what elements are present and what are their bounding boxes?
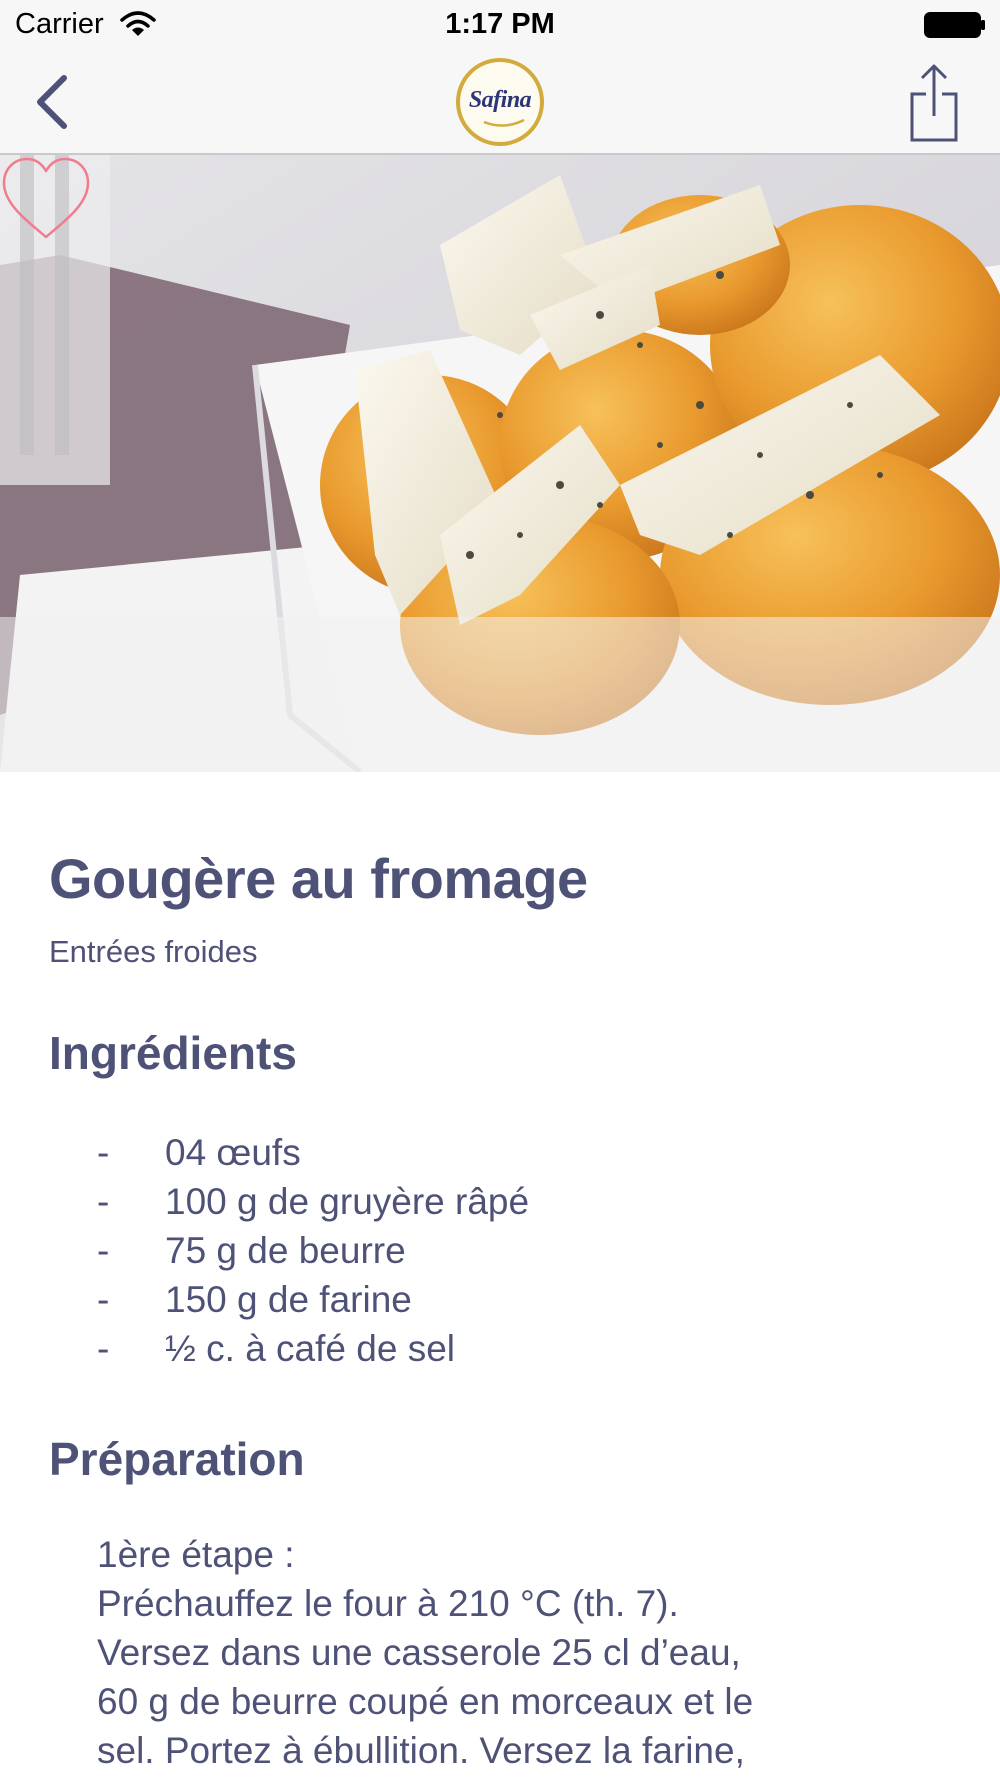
- logo-text: Safina: [468, 86, 532, 113]
- list-item: - ½ c. à café de sel: [97, 1328, 529, 1377]
- ingredient-text: 150 g de farine: [165, 1279, 412, 1320]
- status-bar: Carrier 1:17 PM: [0, 0, 1000, 50]
- list-item: - 100 g de gruyère râpé: [97, 1181, 529, 1230]
- preparation-line: Préchauffez le four à 210 °C (th. 7).: [97, 1583, 679, 1624]
- ingredient-text: 75 g de beurre: [165, 1230, 406, 1271]
- list-item: - 04 œufs: [97, 1132, 529, 1181]
- back-button[interactable]: [22, 72, 82, 132]
- preparation-line: Versez dans une casserole 25 cl d’eau,: [97, 1632, 741, 1673]
- preparation-line: sel. Portez à ébullition. Versez la fari…: [97, 1730, 745, 1771]
- logo-swoosh: [483, 118, 525, 127]
- status-time: 1:17 PM: [445, 8, 555, 40]
- heart-outline-icon[interactable]: [0, 155, 92, 241]
- ingredients-list: - 04 œufs - 100 g de gruyère râpé - 75 g de…: [97, 1132, 529, 1377]
- preparation-line: 1ère étape :: [97, 1534, 295, 1575]
- list-dash: -: [97, 1279, 110, 1320]
- list-dash: -: [97, 1230, 110, 1271]
- chevron-left-icon: [37, 75, 67, 129]
- preparation-text: 1ère étape : Préchauffez le four à 210 °…: [97, 1530, 917, 1775]
- recipe-photo: [0, 155, 1000, 772]
- list-item: - 150 g de farine: [97, 1279, 529, 1328]
- ingredients-heading: Ingrédients: [49, 1027, 297, 1079]
- list-dash: -: [97, 1132, 110, 1173]
- preparation-line: 60 g de beurre coupé en morceaux et le: [97, 1681, 754, 1722]
- share-icon[interactable]: [908, 62, 960, 142]
- ingredient-text: 04 œufs: [165, 1132, 301, 1173]
- preparation-heading: Préparation: [49, 1433, 305, 1485]
- photo-overlay-band: [0, 617, 1000, 772]
- ingredient-text: ½ c. à café de sel: [165, 1328, 456, 1369]
- battery-icon: [924, 12, 985, 38]
- safina-logo: Safina: [456, 58, 544, 146]
- list-dash: -: [97, 1181, 110, 1222]
- recipe-title: Gougère au fromage: [49, 847, 588, 910]
- list-item: - 75 g de beurre: [97, 1230, 529, 1279]
- recipe-category: Entrées froides: [49, 934, 258, 969]
- ingredient-text: 100 g de gruyère râpé: [165, 1181, 530, 1222]
- list-dash: -: [97, 1328, 110, 1369]
- navigation-bar: Safina: [0, 50, 1000, 155]
